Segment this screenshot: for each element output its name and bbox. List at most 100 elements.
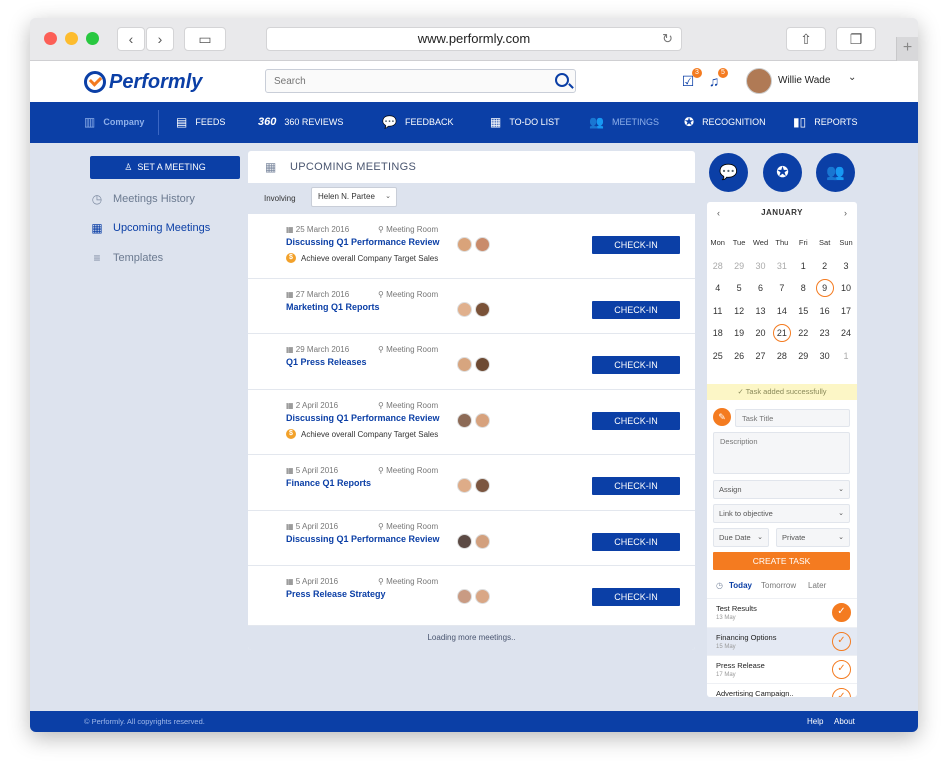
reload-icon[interactable]: ↻ <box>662 28 673 50</box>
search-icon[interactable] <box>555 73 569 87</box>
sidebar-item-templates[interactable]: ≡ Templates <box>90 249 163 267</box>
check-in-button[interactable]: CHECK-IN <box>592 301 680 319</box>
new-meeting-button[interactable]: 👥 <box>816 153 855 192</box>
meeting-title[interactable]: Finance Q1 Reports <box>286 478 371 488</box>
avatar[interactable] <box>475 357 490 372</box>
new-tab-button[interactable]: + <box>896 37 918 61</box>
calendar-day[interactable]: 25 <box>707 345 728 368</box>
calendar-day[interactable]: 28 <box>707 255 728 278</box>
avatar[interactable] <box>457 413 472 428</box>
nav-item-todo-list[interactable]: ▦ TO-DO LIST <box>490 102 560 143</box>
back-button[interactable]: ‹ <box>117 27 145 51</box>
create-task-button[interactable]: CREATE TASK <box>713 552 850 570</box>
privacy-select[interactable]: Private ⌄ <box>776 528 850 547</box>
calendar-day[interactable]: 22 <box>793 322 814 345</box>
nav-item-360-reviews[interactable]: 360 360 REVIEWS <box>258 102 343 143</box>
calendar-day[interactable]: 7 <box>771 277 792 300</box>
nav-item-feeds[interactable]: ▤ FEEDS <box>176 102 225 143</box>
nav-item-meetings[interactable]: 👥 MEETINGS <box>589 102 659 143</box>
task-item[interactable]: Financing Options 15 May ✓ <box>707 627 857 655</box>
calendar-day[interactable]: 2 <box>814 255 835 278</box>
user-avatar[interactable] <box>746 68 772 94</box>
task-item[interactable]: Advertising Campaign..20 May✓ <box>707 683 857 697</box>
avatar[interactable] <box>457 357 472 372</box>
share-button[interactable]: ⇧ <box>786 27 826 51</box>
help-link[interactable]: Help <box>807 717 823 726</box>
calendar-day[interactable]: 15 <box>793 300 814 323</box>
calendar-day[interactable]: 5 <box>728 277 749 300</box>
calendar-day[interactable]: 30 <box>750 255 771 278</box>
new-recognition-button[interactable]: ✪ <box>763 153 802 192</box>
close-window-button[interactable] <box>44 32 57 45</box>
check-icon[interactable]: ✓ <box>832 660 851 679</box>
calendar-day[interactable]: 24 <box>835 322 856 345</box>
calendar-day[interactable]: 8 <box>793 277 814 300</box>
calendar-day[interactable]: 10 <box>835 277 856 300</box>
user-name[interactable]: Willie Wade <box>778 75 830 86</box>
meeting-title[interactable]: Discussing Q1 Performance Review <box>286 413 440 423</box>
check-in-button[interactable]: CHECK-IN <box>592 356 680 374</box>
sidebar-toggle-button[interactable]: ▭ <box>184 27 226 51</box>
task-title-input[interactable] <box>735 409 850 427</box>
alerts-notification-icon[interactable]: ♫ 5 <box>706 68 728 89</box>
minimize-window-button[interactable] <box>65 32 78 45</box>
avatar[interactable] <box>457 302 472 317</box>
avatar[interactable] <box>475 413 490 428</box>
maximize-window-button[interactable] <box>86 32 99 45</box>
nav-item-recognition[interactable]: ✪ RECOGNITION <box>684 102 766 143</box>
calendar-day[interactable]: 29 <box>793 345 814 368</box>
meeting-title[interactable]: Discussing Q1 Performance Review <box>286 237 440 247</box>
sidebar-item-upcoming-meetings[interactable]: ▦ Upcoming Meetings <box>90 219 210 237</box>
set-meeting-button[interactable]: ♙ SET A MEETING <box>90 156 240 179</box>
new-feedback-button[interactable]: 💬 <box>709 153 748 192</box>
calendar-day[interactable]: 6 <box>750 277 771 300</box>
calendar-day[interactable]: 30 <box>814 345 835 368</box>
search-input[interactable] <box>266 70 536 92</box>
avatar[interactable] <box>457 589 472 604</box>
address-bar[interactable]: www.performly.com ↻ <box>266 27 682 51</box>
avatar[interactable] <box>475 478 490 493</box>
calendar-day[interactable]: 4 <box>707 277 728 300</box>
calendar-day[interactable]: 11 <box>707 300 728 323</box>
tab-tomorrow[interactable]: Tomorrow <box>761 581 796 590</box>
nav-item-feedback[interactable]: 💬 FEEDBACK <box>382 102 453 143</box>
involving-select[interactable]: Helen N. Partee ⌄ <box>311 187 397 207</box>
calendar-day[interactable]: 29 <box>728 255 749 278</box>
due-date-select[interactable]: Due Date ⌄ <box>713 528 769 547</box>
calendar-day[interactable]: 18 <box>707 322 728 345</box>
forward-button[interactable]: › <box>146 27 174 51</box>
tab-today[interactable]: Today <box>729 581 752 590</box>
check-icon[interactable]: ✓ <box>832 688 851 697</box>
nav-item-reports[interactable]: ▮▯ REPORTS <box>793 102 858 143</box>
avatar[interactable] <box>475 237 490 252</box>
calendar-day[interactable]: 9 <box>814 277 835 300</box>
tabs-button[interactable]: ❐ <box>836 27 876 51</box>
calendar-day[interactable]: 19 <box>728 322 749 345</box>
calendar-day[interactable]: 14 <box>771 300 792 323</box>
meeting-title[interactable]: Discussing Q1 Performance Review <box>286 534 440 544</box>
check-in-button[interactable]: CHECK-IN <box>592 236 680 254</box>
calendar-day[interactable]: 21 <box>771 322 792 345</box>
chevron-down-icon[interactable]: ⌄ <box>848 72 856 83</box>
avatar[interactable] <box>457 534 472 549</box>
calendar-day[interactable]: 26 <box>728 345 749 368</box>
avatar[interactable] <box>457 237 472 252</box>
check-in-button[interactable]: CHECK-IN <box>592 533 680 551</box>
meeting-title[interactable]: Press Release Strategy <box>286 589 386 599</box>
calendar-day[interactable]: 12 <box>728 300 749 323</box>
task-description-input[interactable] <box>713 432 850 474</box>
check-icon[interactable]: ✓ <box>832 603 851 622</box>
task-item[interactable]: Test Results 13 May ✓ <box>707 598 857 626</box>
calendar-day[interactable]: 17 <box>835 300 856 323</box>
calendar-day[interactable]: 23 <box>814 322 835 345</box>
calendar-day[interactable]: 1 <box>835 345 856 368</box>
avatar[interactable] <box>475 589 490 604</box>
calendar-day[interactable]: 13 <box>750 300 771 323</box>
nav-item-company[interactable]: ▥ Company <box>84 102 144 143</box>
calendar-day[interactable]: 27 <box>750 345 771 368</box>
check-icon[interactable]: ✓ <box>832 632 851 651</box>
avatar[interactable] <box>457 478 472 493</box>
check-in-button[interactable]: CHECK-IN <box>592 477 680 495</box>
calendar-day[interactable]: 31 <box>771 255 792 278</box>
link-objective-select[interactable]: Link to objective ⌄ <box>713 504 850 523</box>
